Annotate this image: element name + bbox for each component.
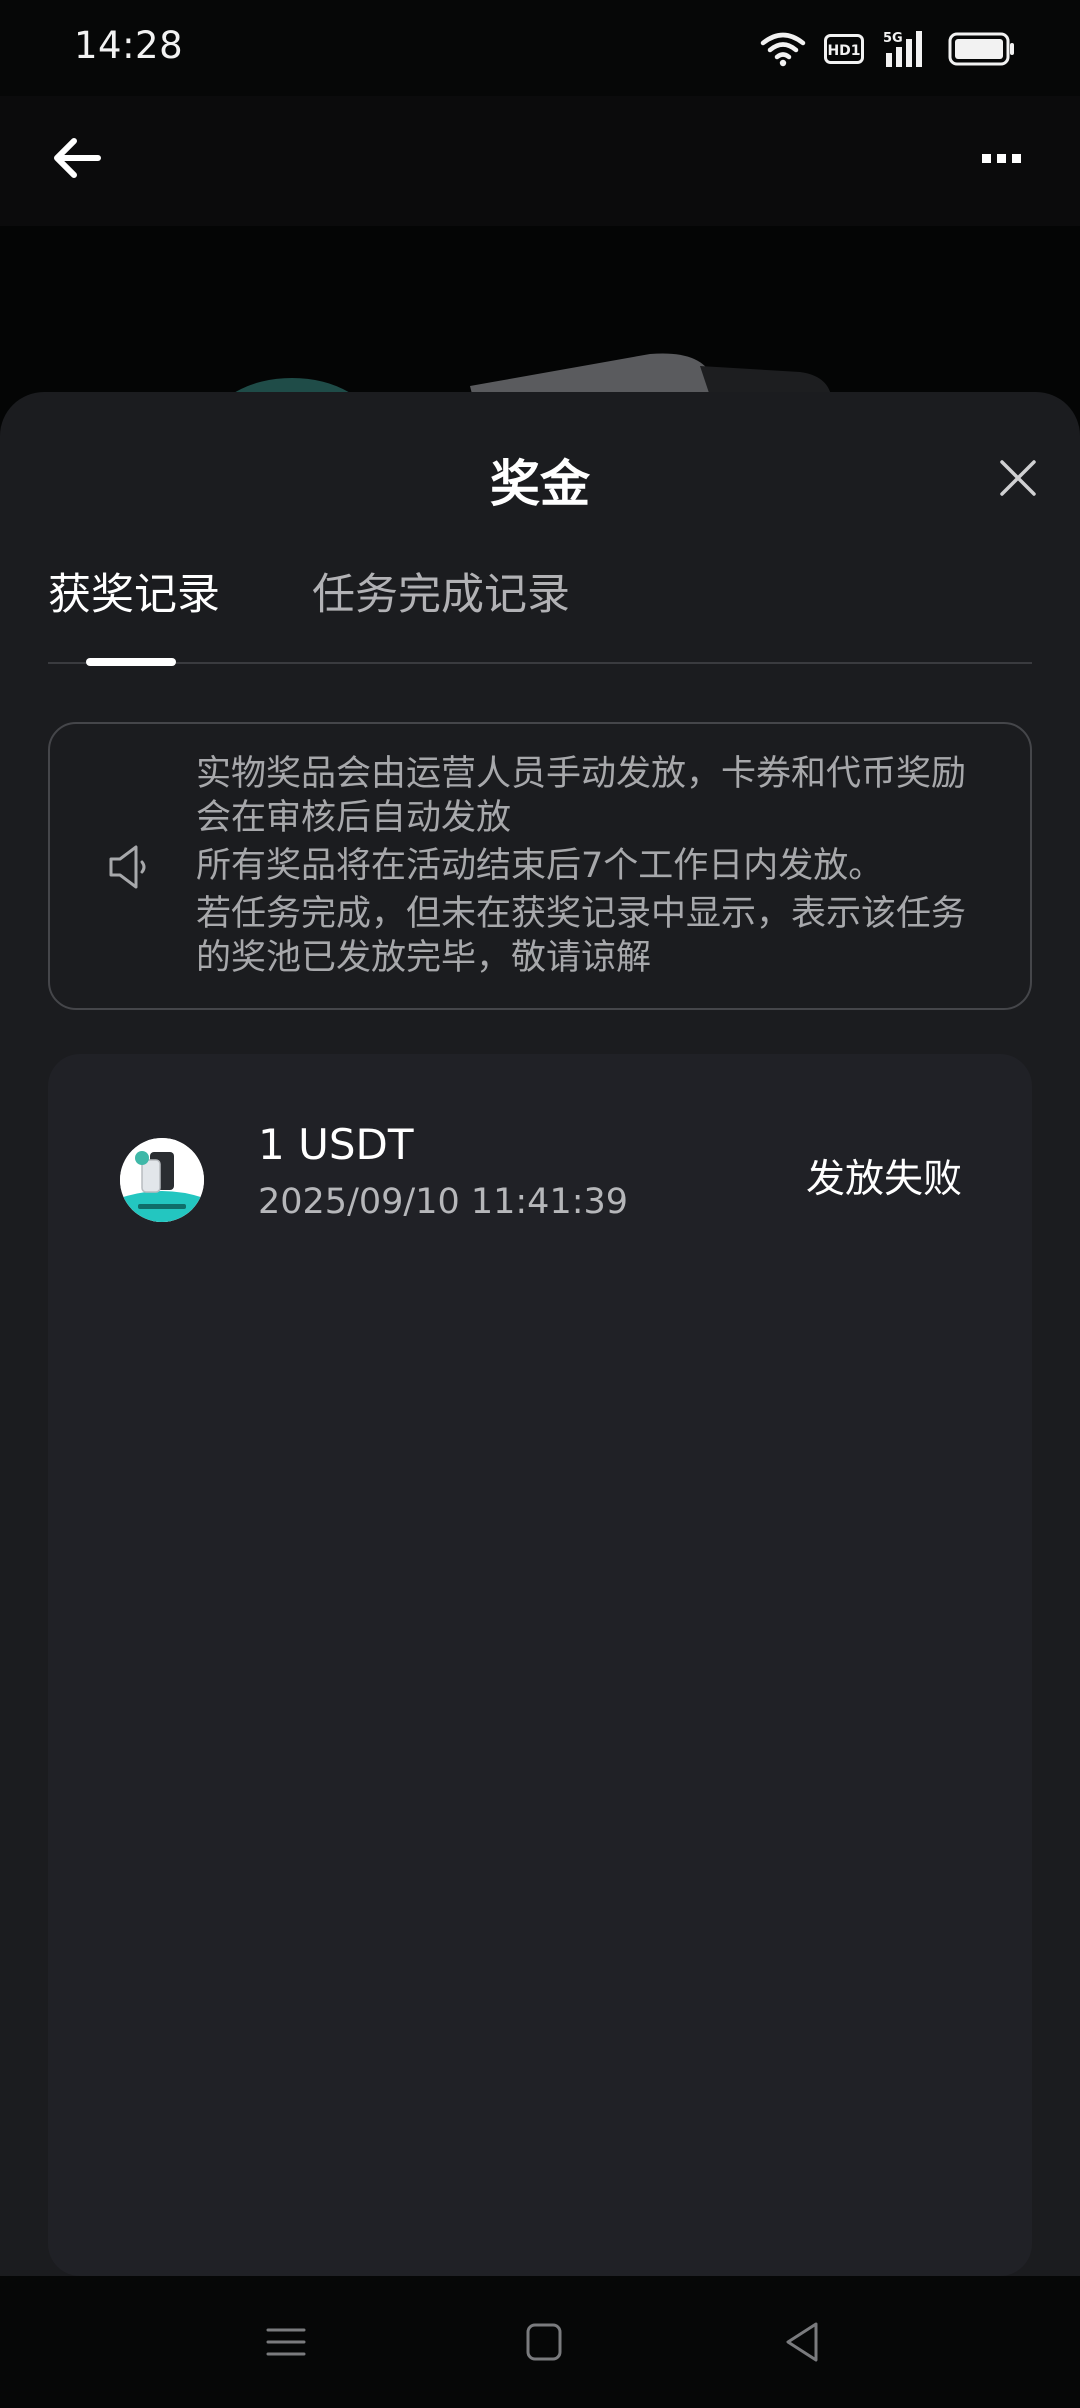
home-icon	[526, 2323, 562, 2361]
sheet-title: 奖金	[490, 455, 590, 513]
tab-award-records[interactable]: 获奖记录	[48, 568, 220, 622]
records-list: 1 USDT 2025/09/10 11:41:39 发放失败	[48, 1054, 1032, 2276]
app-bar	[0, 96, 1080, 226]
close-button[interactable]	[992, 452, 1044, 504]
signal-5g-icon: 5G	[883, 31, 922, 67]
notice-line: 实物奖品会由运营人员手动发放，卡券和代币奖励会在审核后自动发放	[196, 754, 967, 838]
home-button[interactable]	[514, 2312, 574, 2372]
record-title: 1 USDT	[258, 1120, 414, 1169]
record-time: 2025/09/10 11:41:39	[258, 1182, 629, 1222]
menu-icon	[266, 2328, 306, 2356]
speaker-icon	[106, 842, 150, 892]
notice-box: 实物奖品会由运营人员手动发放，卡券和代币奖励会在审核后自动发放 所有奖品将在活动…	[48, 722, 1032, 1010]
system-nav-bar	[0, 2276, 1080, 2408]
page: 14:28 HD1 5G 奖金 获奖记录 任务完成记录 实物奖品会由运营人员手动…	[0, 0, 1080, 2408]
tab-indicator	[86, 658, 176, 666]
nav-back-button[interactable]	[774, 2312, 834, 2372]
menu-button[interactable]	[256, 2312, 316, 2372]
reward-thumbnail	[120, 1138, 204, 1222]
status-time: 14:28	[74, 24, 184, 67]
hd-icon: HD1	[824, 34, 864, 64]
bonus-sheet: 奖金 获奖记录 任务完成记录 实物奖品会由运营人员手动发放，卡券和代币奖励会在审…	[0, 392, 1080, 2276]
list-item[interactable]: 1 USDT 2025/09/10 11:41:39 发放失败	[48, 1054, 1032, 1304]
tab-task-records[interactable]: 任务完成记录	[312, 568, 570, 622]
battery-icon	[948, 32, 1014, 66]
more-button[interactable]	[972, 136, 1032, 180]
tab-bar: 获奖记录 任务完成记录	[48, 568, 1032, 666]
close-icon	[1000, 460, 1036, 496]
arrow-left-icon	[54, 138, 101, 178]
record-status: 发放失败	[805, 1157, 962, 1202]
notice-text: 实物奖品会由运营人员手动发放，卡券和代币奖励会在审核后自动发放 所有奖品将在活动…	[196, 752, 996, 980]
back-button[interactable]	[48, 128, 108, 188]
notice-line: 若任务完成，但未在获奖记录中显示，表示该任务的奖池已发放完毕，敬请谅解	[196, 894, 967, 978]
back-triangle-icon	[786, 2322, 818, 2362]
wifi-icon	[760, 32, 806, 67]
status-bar: 14:28 HD1 5G	[0, 0, 1080, 96]
more-dots-icon	[982, 154, 1021, 163]
notice-line: 所有奖品将在活动结束后7个工作日内发放。	[196, 846, 884, 886]
status-icons: HD1 5G	[760, 26, 1016, 72]
hd-label: HD1	[827, 43, 860, 59]
network-label: 5G	[883, 31, 903, 46]
